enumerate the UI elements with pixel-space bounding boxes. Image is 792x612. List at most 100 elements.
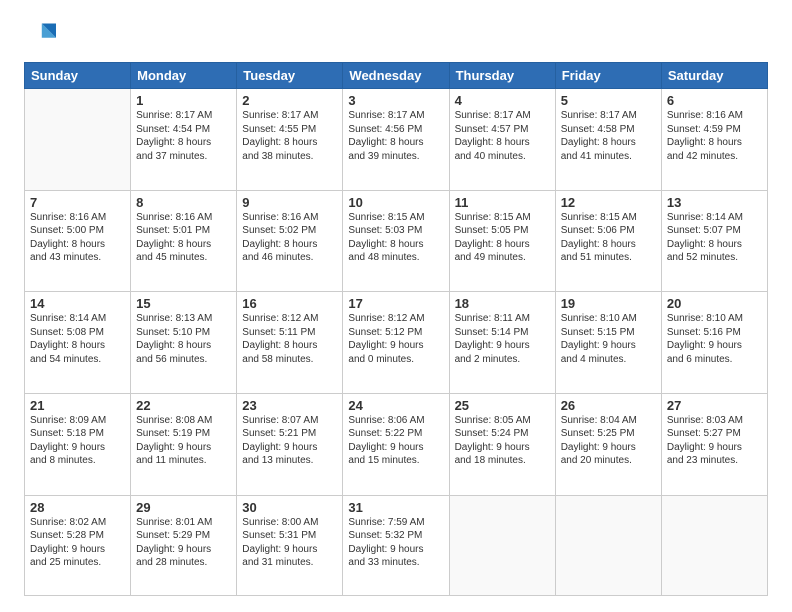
daylight-text: Daylight: 8 hours (136, 238, 231, 252)
daylight-text: Daylight: 9 hours (136, 441, 231, 455)
calendar-week-5: 28Sunrise: 8:02 AMSunset: 5:28 PMDayligh… (25, 495, 768, 595)
sunrise-text: Sunrise: 8:16 AM (136, 211, 231, 225)
sunset-text: Sunset: 5:08 PM (30, 326, 125, 340)
daylight-minutes-text: and 46 minutes. (242, 251, 337, 265)
calendar-cell: 10Sunrise: 8:15 AMSunset: 5:03 PMDayligh… (343, 190, 449, 292)
daylight-text: Daylight: 8 hours (561, 238, 656, 252)
calendar-cell: 29Sunrise: 8:01 AMSunset: 5:29 PMDayligh… (131, 495, 237, 595)
daylight-text: Daylight: 9 hours (242, 543, 337, 557)
day-number: 20 (667, 296, 762, 311)
calendar-week-2: 7Sunrise: 8:16 AMSunset: 5:00 PMDaylight… (25, 190, 768, 292)
sunset-text: Sunset: 5:19 PM (136, 427, 231, 441)
sunrise-text: Sunrise: 8:08 AM (136, 414, 231, 428)
sunrise-text: Sunrise: 8:12 AM (242, 312, 337, 326)
day-number: 17 (348, 296, 443, 311)
logo-icon (24, 20, 56, 52)
calendar-cell: 28Sunrise: 8:02 AMSunset: 5:28 PMDayligh… (25, 495, 131, 595)
day-number: 16 (242, 296, 337, 311)
daylight-text: Daylight: 8 hours (455, 136, 550, 150)
daylight-text: Daylight: 9 hours (348, 441, 443, 455)
sunrise-text: Sunrise: 8:13 AM (136, 312, 231, 326)
sunset-text: Sunset: 5:14 PM (455, 326, 550, 340)
weekday-header-wednesday: Wednesday (343, 63, 449, 89)
calendar-cell: 12Sunrise: 8:15 AMSunset: 5:06 PMDayligh… (555, 190, 661, 292)
daylight-text: Daylight: 9 hours (561, 441, 656, 455)
day-number: 2 (242, 93, 337, 108)
sunset-text: Sunset: 5:32 PM (348, 529, 443, 543)
daylight-minutes-text: and 42 minutes. (667, 150, 762, 164)
sunrise-text: Sunrise: 8:01 AM (136, 516, 231, 530)
day-number: 5 (561, 93, 656, 108)
daylight-text: Daylight: 9 hours (455, 441, 550, 455)
calendar-week-1: 1Sunrise: 8:17 AMSunset: 4:54 PMDaylight… (25, 89, 768, 191)
sunset-text: Sunset: 5:31 PM (242, 529, 337, 543)
daylight-minutes-text: and 31 minutes. (242, 556, 337, 570)
day-number: 7 (30, 195, 125, 210)
sunrise-text: Sunrise: 8:03 AM (667, 414, 762, 428)
daylight-text: Daylight: 8 hours (455, 238, 550, 252)
daylight-text: Daylight: 9 hours (348, 543, 443, 557)
calendar-cell: 24Sunrise: 8:06 AMSunset: 5:22 PMDayligh… (343, 393, 449, 495)
day-number: 19 (561, 296, 656, 311)
sunset-text: Sunset: 5:02 PM (242, 224, 337, 238)
weekday-header-tuesday: Tuesday (237, 63, 343, 89)
daylight-minutes-text: and 43 minutes. (30, 251, 125, 265)
daylight-text: Daylight: 9 hours (667, 339, 762, 353)
sunrise-text: Sunrise: 8:04 AM (561, 414, 656, 428)
daylight-text: Daylight: 8 hours (30, 339, 125, 353)
daylight-text: Daylight: 9 hours (667, 441, 762, 455)
day-number: 27 (667, 398, 762, 413)
daylight-minutes-text: and 2 minutes. (455, 353, 550, 367)
daylight-text: Daylight: 9 hours (242, 441, 337, 455)
daylight-text: Daylight: 8 hours (242, 136, 337, 150)
weekday-header-saturday: Saturday (661, 63, 767, 89)
daylight-minutes-text: and 23 minutes. (667, 454, 762, 468)
calendar-cell: 13Sunrise: 8:14 AMSunset: 5:07 PMDayligh… (661, 190, 767, 292)
day-number: 26 (561, 398, 656, 413)
calendar-cell: 21Sunrise: 8:09 AMSunset: 5:18 PMDayligh… (25, 393, 131, 495)
sunrise-text: Sunrise: 8:17 AM (242, 109, 337, 123)
sunset-text: Sunset: 5:27 PM (667, 427, 762, 441)
sunrise-text: Sunrise: 8:00 AM (242, 516, 337, 530)
daylight-minutes-text: and 15 minutes. (348, 454, 443, 468)
daylight-text: Daylight: 8 hours (667, 136, 762, 150)
day-number: 3 (348, 93, 443, 108)
sunrise-text: Sunrise: 8:15 AM (455, 211, 550, 225)
day-number: 18 (455, 296, 550, 311)
sunset-text: Sunset: 5:21 PM (242, 427, 337, 441)
daylight-text: Daylight: 8 hours (667, 238, 762, 252)
sunrise-text: Sunrise: 8:14 AM (30, 312, 125, 326)
calendar-cell (449, 495, 555, 595)
day-number: 29 (136, 500, 231, 515)
sunset-text: Sunset: 5:25 PM (561, 427, 656, 441)
daylight-text: Daylight: 9 hours (30, 441, 125, 455)
daylight-text: Daylight: 9 hours (455, 339, 550, 353)
sunset-text: Sunset: 5:28 PM (30, 529, 125, 543)
sunset-text: Sunset: 5:29 PM (136, 529, 231, 543)
day-number: 21 (30, 398, 125, 413)
daylight-minutes-text: and 18 minutes. (455, 454, 550, 468)
daylight-minutes-text: and 25 minutes. (30, 556, 125, 570)
sunrise-text: Sunrise: 8:06 AM (348, 414, 443, 428)
daylight-minutes-text: and 45 minutes. (136, 251, 231, 265)
sunset-text: Sunset: 4:59 PM (667, 123, 762, 137)
calendar-cell (555, 495, 661, 595)
daylight-minutes-text: and 58 minutes. (242, 353, 337, 367)
calendar-cell: 7Sunrise: 8:16 AMSunset: 5:00 PMDaylight… (25, 190, 131, 292)
weekday-header-row: SundayMondayTuesdayWednesdayThursdayFrid… (25, 63, 768, 89)
sunrise-text: Sunrise: 8:10 AM (667, 312, 762, 326)
sunset-text: Sunset: 4:57 PM (455, 123, 550, 137)
daylight-minutes-text: and 6 minutes. (667, 353, 762, 367)
daylight-minutes-text: and 38 minutes. (242, 150, 337, 164)
calendar-cell: 23Sunrise: 8:07 AMSunset: 5:21 PMDayligh… (237, 393, 343, 495)
sunrise-text: Sunrise: 8:10 AM (561, 312, 656, 326)
calendar-cell: 6Sunrise: 8:16 AMSunset: 4:59 PMDaylight… (661, 89, 767, 191)
sunset-text: Sunset: 5:11 PM (242, 326, 337, 340)
day-number: 13 (667, 195, 762, 210)
calendar-cell: 17Sunrise: 8:12 AMSunset: 5:12 PMDayligh… (343, 292, 449, 394)
sunset-text: Sunset: 4:54 PM (136, 123, 231, 137)
daylight-minutes-text: and 33 minutes. (348, 556, 443, 570)
daylight-minutes-text: and 4 minutes. (561, 353, 656, 367)
sunrise-text: Sunrise: 8:14 AM (667, 211, 762, 225)
calendar-cell: 11Sunrise: 8:15 AMSunset: 5:05 PMDayligh… (449, 190, 555, 292)
